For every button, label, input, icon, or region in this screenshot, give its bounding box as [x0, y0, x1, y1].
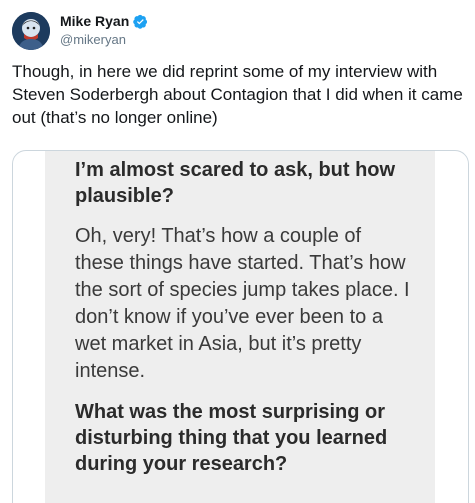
- article-text: I’m almost scared to ask, but how plausi…: [75, 157, 415, 491]
- interview-question-1: I’m almost scared to ask, but how plausi…: [75, 159, 396, 207]
- article-screenshot-image: I’m almost scared to ask, but how plausi…: [45, 151, 435, 503]
- interview-answer-1: Oh, very! That’s how a couple of these t…: [75, 225, 410, 382]
- author-block: Mike Ryan @mikeryan: [60, 13, 148, 48]
- avatar[interactable]: [12, 12, 50, 50]
- media-card[interactable]: I’m almost scared to ask, but how plausi…: [12, 150, 469, 503]
- user-handle[interactable]: @mikeryan: [60, 31, 148, 48]
- interview-question-2: What was the most surprising or disturbi…: [75, 401, 388, 475]
- avatar-illustration: [12, 12, 50, 50]
- tweet[interactable]: Mike Ryan @mikeryan Though, in here we d…: [0, 0, 475, 503]
- name-row: Mike Ryan: [60, 13, 148, 30]
- display-name[interactable]: Mike Ryan: [60, 13, 129, 30]
- tweet-text: Though, in here we did reprint some of m…: [12, 62, 463, 127]
- verified-badge-icon: [133, 14, 148, 29]
